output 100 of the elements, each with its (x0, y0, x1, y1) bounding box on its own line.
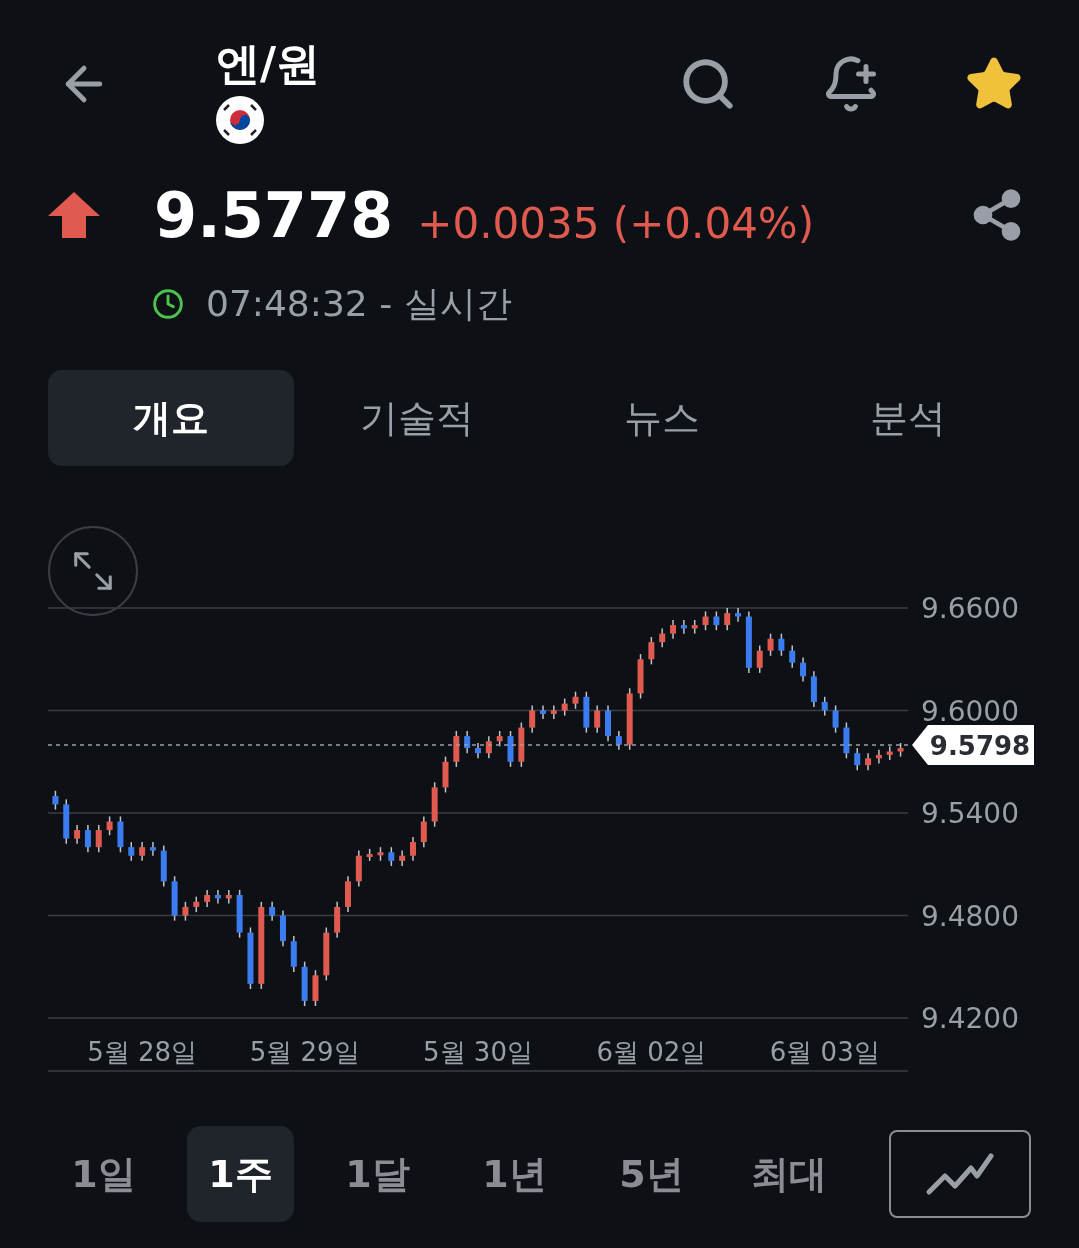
candlestick (561, 697, 568, 717)
axis-label: 5월 28일 (87, 1037, 198, 1067)
candlestick (843, 721, 850, 760)
candlestick (778, 632, 785, 657)
candlestick (193, 895, 200, 913)
candlestick (485, 735, 492, 760)
candlestick (659, 627, 666, 649)
candlestick (713, 610, 720, 631)
price-change: +0.0035 (+0.04%) (417, 197, 815, 250)
axis-label: 9.6000 (921, 694, 1019, 728)
candlestick (388, 846, 395, 867)
candlestick (886, 745, 893, 761)
tab[interactable]: 개요 (48, 370, 294, 466)
candlestick (279, 909, 286, 947)
candlestick (529, 704, 536, 734)
candlestick (810, 670, 817, 708)
candlestick (366, 848, 373, 862)
candlestick (453, 730, 460, 768)
update-time: 07:48:32 - 실시간 (206, 282, 512, 326)
range-tab[interactable]: 1년 (461, 1126, 568, 1222)
candlestick (648, 636, 655, 666)
candlestick (550, 704, 557, 720)
candlestick (637, 653, 644, 700)
axis-label: 6월 02일 (596, 1037, 707, 1067)
range-tab[interactable]: 1달 (324, 1126, 431, 1222)
candlestick (605, 704, 612, 742)
axis-label: 9.4800 (921, 899, 1019, 933)
candlestick (117, 815, 124, 854)
candlestick (323, 926, 330, 982)
candlestick (540, 704, 546, 720)
candlestick (171, 875, 178, 922)
candlestick (74, 824, 81, 845)
candlestick (431, 781, 438, 828)
range-tab[interactable]: 1일 (50, 1126, 157, 1222)
candlestick (84, 824, 91, 854)
tab[interactable]: 분석 (785, 370, 1031, 466)
candlestick (821, 696, 828, 717)
candlestick (875, 749, 882, 765)
candlestick (247, 926, 254, 990)
candlestick (420, 815, 427, 848)
candlestick (399, 849, 406, 867)
candlestick (789, 644, 796, 669)
candlestick (225, 889, 232, 905)
candlestick (854, 747, 861, 772)
tab[interactable]: 뉴스 (539, 370, 786, 466)
range-tab[interactable]: 1주 (187, 1126, 294, 1222)
candlestick (594, 704, 601, 734)
candlestick (269, 901, 276, 922)
candlestick (518, 721, 525, 768)
candlestick (410, 836, 416, 862)
candlestick (301, 960, 308, 1007)
candlestick (95, 824, 102, 854)
candlestick (691, 619, 698, 635)
axis-label: 5월 30일 (423, 1037, 533, 1067)
candlestick (583, 690, 590, 734)
candlestick (182, 901, 189, 922)
candlestick (52, 790, 59, 811)
candlestick (442, 755, 449, 794)
current-price-line: 9.5798 (47, 725, 1034, 765)
candlestick (204, 889, 211, 908)
candlestick (377, 846, 384, 862)
range-tab[interactable]: 5년 (598, 1126, 705, 1222)
ref-line-label: 9.5798 (929, 731, 1031, 762)
arrow-up-icon (48, 192, 100, 238)
candlestick (149, 841, 156, 857)
candlestick (745, 610, 752, 674)
candlestick (290, 935, 297, 973)
candlestick (626, 687, 633, 751)
candlestick (236, 889, 243, 939)
axis-label: 9.4200 (921, 1002, 1019, 1035)
candlestick (756, 644, 763, 674)
candlestick (345, 875, 351, 913)
candlestick (160, 844, 167, 888)
axis-label: 6월 03일 (769, 1037, 880, 1067)
candlestick (615, 730, 622, 751)
candlestick (702, 610, 709, 631)
tab[interactable]: 기술적 (293, 370, 540, 466)
candlestick (724, 607, 731, 631)
candlestick (214, 889, 221, 905)
candlestick (106, 815, 113, 836)
chart-type-button[interactable] (889, 1130, 1031, 1218)
candlestick (475, 742, 481, 760)
expand-button[interactable] (48, 526, 138, 616)
candlestick (865, 752, 872, 772)
candlestick (312, 969, 319, 1007)
candlestick (680, 619, 687, 635)
candlestick (572, 690, 579, 710)
axis-label: 9.5400 (921, 797, 1019, 830)
candlestick (897, 742, 904, 758)
candlestick (139, 841, 146, 862)
candlestick (355, 849, 362, 888)
candlestick (735, 607, 742, 623)
pair-title: 엔/원 (216, 37, 321, 91)
flag-icon (216, 96, 264, 144)
range-tab[interactable]: 최대 (735, 1126, 842, 1222)
candlestick (800, 656, 807, 683)
candlestick (464, 730, 471, 754)
candlestick (670, 619, 677, 640)
candlestick (63, 798, 70, 845)
candlestick (334, 901, 341, 939)
